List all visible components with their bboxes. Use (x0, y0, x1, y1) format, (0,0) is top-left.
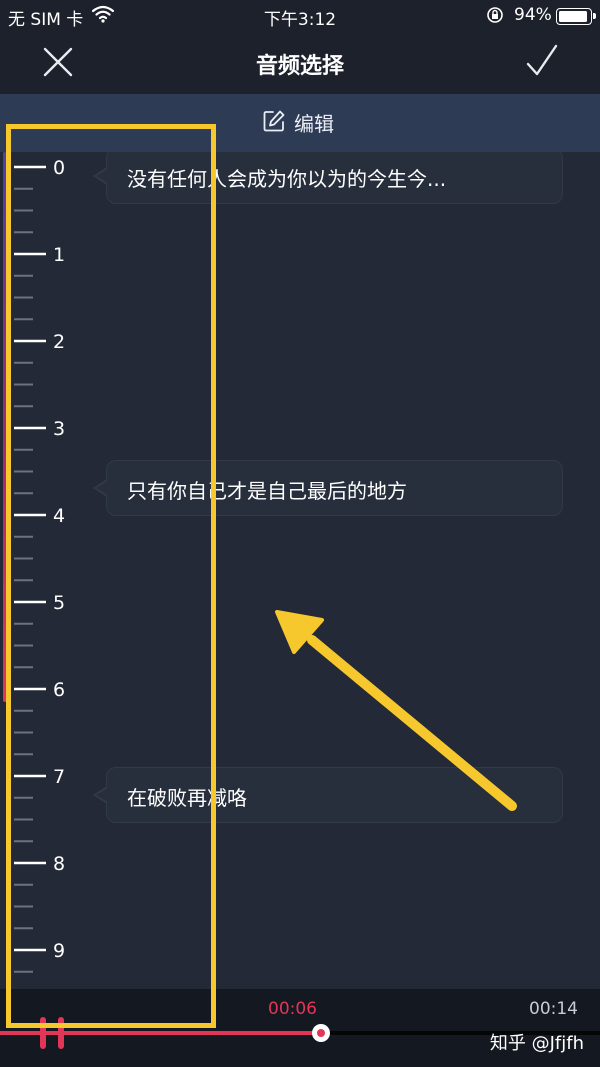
progress-fill (0, 1031, 321, 1035)
ruler-label: 7 (53, 766, 65, 788)
ruler-label: 3 (53, 418, 65, 440)
time-ruler[interactable]: 0 1 2 3 4 5 6 7 8 9 (0, 152, 100, 989)
lyric-text: 在破败再减咯 (127, 786, 247, 810)
status-time: 下午3:12 (263, 10, 337, 30)
ruler-label: 5 (53, 592, 65, 614)
ruler-label: 0 (53, 157, 65, 179)
lyric-text: 没有任何人会成为你以为的今生今... (127, 167, 447, 191)
lyric-bubble[interactable]: 没有任何人会成为你以为的今生今... (93, 152, 563, 204)
progress-thumb[interactable] (312, 1024, 330, 1042)
ruler-label: 1 (53, 244, 65, 266)
checkmark-icon[interactable] (522, 42, 562, 82)
lyrics-panel[interactable]: 0 1 2 3 4 5 6 7 8 9 没有任何人会成为你以为的今生今... 只有你自己才是自己最… (0, 152, 600, 989)
battery-icon (556, 8, 596, 25)
ruler-label: 4 (53, 505, 65, 527)
edit-bar[interactable]: 编辑 (0, 94, 600, 152)
lyric-text: 只有你自己才是自己最后的地方 (127, 479, 407, 503)
ruler-label: 2 (53, 331, 65, 353)
lyric-bubble[interactable]: 只有你自己才是自己最后的地方 (93, 460, 563, 516)
status-bar: 无 SIM 卡 下午3:12 94% (0, 0, 600, 32)
ruler-label: 8 (53, 853, 65, 875)
lyric-bubble[interactable]: 在破败再减咯 (93, 767, 563, 823)
ruler-label: 6 (53, 679, 65, 701)
page-title: 音频选择 (255, 54, 344, 79)
ruler-label: 9 (53, 940, 65, 962)
total-time: 00:14 (529, 999, 578, 1019)
edit-label: 编辑 (294, 112, 334, 136)
watermark: 知乎 @Jfjfh (489, 1033, 584, 1054)
rotation-lock-icon (486, 6, 504, 29)
edit-icon (262, 109, 286, 137)
nav-bar: 音频选择 (0, 32, 600, 94)
battery-fill (559, 11, 588, 22)
current-time: 00:06 (268, 999, 317, 1019)
edit-button[interactable]: 编辑 (262, 108, 334, 137)
player-bar: 00:06 00:14 知乎 @Jfjfh (0, 989, 600, 1067)
battery-percent: 94% (514, 5, 552, 25)
